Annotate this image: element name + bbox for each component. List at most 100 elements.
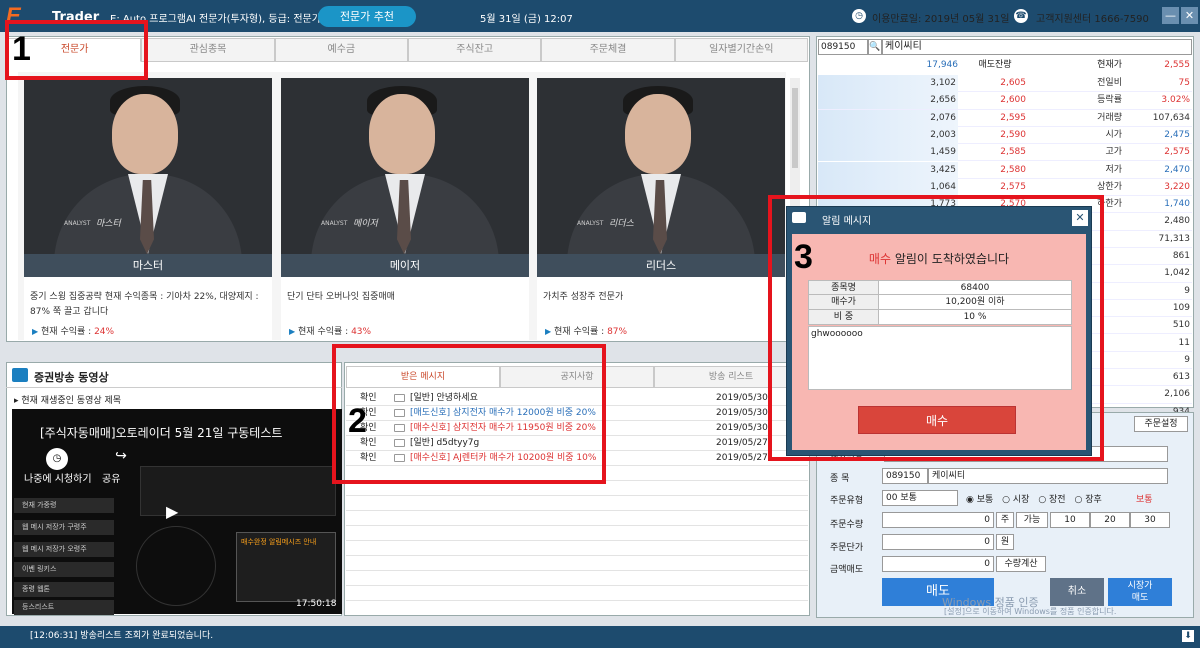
perf-value: 24% xyxy=(94,327,115,337)
expert-card-master[interactable]: ANALYST 마스터 마스터 중기 스윙 집중공략 현재 수익종목 : 기아차… xyxy=(24,78,272,340)
expert-description: 단기 단타 오버나잇 집중매매 xyxy=(287,292,395,302)
radio-normal[interactable]: ◉ 보통 xyxy=(966,495,993,505)
tab-balance[interactable]: 주식잔고 xyxy=(407,38,542,62)
now-playing-label: ▸ 현재 재생중인 동영상 제목 xyxy=(14,396,122,406)
qty-preset-30[interactable]: 30 xyxy=(1130,512,1170,528)
expert-description: 가치주 성장주 전문가 xyxy=(543,292,624,302)
order-type-select[interactable]: 00 보통 xyxy=(882,490,958,506)
quote-label: 등락률 xyxy=(1097,95,1122,106)
expert-name: 리더스 xyxy=(537,254,785,277)
qty-preset-10[interactable]: 10 xyxy=(1050,512,1090,528)
quote-value: 3,220 xyxy=(1164,181,1190,192)
price-label: 주문단가 xyxy=(830,543,864,553)
annotation-number-3: 3 xyxy=(794,238,813,276)
share-icon[interactable]: ↪ xyxy=(110,448,132,470)
quote-value: 2,106 xyxy=(1164,389,1190,400)
status-bar: [12:06:31] 방송리스트 조회가 완료되었습니다. xyxy=(0,626,1200,648)
message-date: 2019/05/30 xyxy=(716,408,768,418)
market-sell-button[interactable]: 시장가 매도 xyxy=(1108,578,1172,606)
radio-after-market[interactable]: ○ 장후 xyxy=(1074,495,1101,505)
minimize-button[interactable]: — xyxy=(1162,7,1179,24)
quote-value: 613 xyxy=(1172,372,1190,383)
price-input[interactable]: 0 xyxy=(882,534,994,550)
order-type-label: 주문유형 xyxy=(830,496,864,506)
table-row: 2,656 2,600 등락률 3.02% xyxy=(818,92,1192,110)
play-icon[interactable]: ▶ xyxy=(166,502,178,521)
table-row: 2,003 2,590 시가 2,475 xyxy=(818,126,1192,145)
expert-name: 마스터 xyxy=(24,254,272,277)
expert-performance: ▶ 현재 수익률 : 43% xyxy=(289,324,371,337)
order-settings-button[interactable]: 주문설정 xyxy=(1134,416,1188,432)
annotation-box-3 xyxy=(768,195,1104,461)
radio-pre-market[interactable]: ○ 장전 xyxy=(1038,495,1065,505)
ask-price: 2,575 xyxy=(1000,181,1026,192)
qty-available-button[interactable]: 가능 xyxy=(1016,512,1048,528)
tab-daily-pnl[interactable]: 일자별기간손익 xyxy=(674,38,808,62)
amount-input[interactable]: 0 xyxy=(882,556,994,572)
calc-qty-button[interactable]: 수량계산 xyxy=(996,556,1046,572)
quote-value: 75 xyxy=(1178,78,1190,88)
ask-price: 2,580 xyxy=(1000,164,1026,175)
order-type-note: 보통 xyxy=(1136,495,1153,505)
analyst-signature: 마스터 xyxy=(96,219,121,229)
now-playing-text: 현재 재생중인 동영상 제목 xyxy=(21,396,122,406)
tab-executions[interactable]: 주문체결 xyxy=(541,38,675,62)
ask-price: 2,600 xyxy=(1000,95,1026,106)
quote-value: 71,313 xyxy=(1158,233,1191,244)
table-row: 1,459 2,585 고가 2,575 xyxy=(818,144,1192,162)
table-row: 3,102 2,605 전일비 75 xyxy=(818,75,1192,93)
quote-value: 1,740 xyxy=(1164,199,1190,210)
sell-remain: 2,003 xyxy=(818,126,958,144)
quote-value: 1,042 xyxy=(1164,268,1190,279)
expert-recommend-button[interactable]: 전문가 추천 xyxy=(318,6,416,27)
list-item xyxy=(346,586,808,601)
quote-value: 3.02% xyxy=(1161,95,1190,106)
ask-price: 2,585 xyxy=(1000,147,1026,158)
perf-label: 현재 수익률 : xyxy=(41,327,92,337)
tv-icon xyxy=(12,368,28,382)
order-stock-code[interactable]: 089150 xyxy=(882,468,928,484)
stock-code-input[interactable]: 089150 xyxy=(818,39,868,55)
sell-remain: 2,656 xyxy=(818,92,958,110)
radio-market[interactable]: ○ 시장 xyxy=(1002,495,1029,505)
message-date: 2019/05/30 xyxy=(716,393,768,403)
sell-remain: 3,102 xyxy=(818,75,958,92)
total-sell-qty: 17,946 xyxy=(926,60,959,70)
quote-value: 2,480 xyxy=(1164,216,1190,227)
sell-remain: 1,064 xyxy=(818,178,958,196)
cancel-button[interactable]: 취소 xyxy=(1050,578,1104,606)
qty-input[interactable]: 0 xyxy=(882,512,994,528)
analyst-label: ANALYST xyxy=(321,220,348,227)
current-price-label: 현재가 xyxy=(1097,60,1122,70)
list-item xyxy=(346,556,808,571)
radio-label: 장전 xyxy=(1049,495,1066,505)
video-notice-box: 매수완정 알림메시즈 안내 xyxy=(236,532,336,602)
expert-card-major[interactable]: ANALYST 메이저 메이저 단기 단타 오버나잇 집중매매 ▶ 현재 수익률… xyxy=(281,78,529,340)
expert-photo: ANALYST 메이저 xyxy=(281,78,529,254)
tab-watchlist[interactable]: 관심종목 xyxy=(141,38,275,62)
quote-value: 9 xyxy=(1184,285,1190,296)
tab-deposit[interactable]: 예수금 xyxy=(274,38,408,62)
video-menu-item: 이벤 링키스 xyxy=(14,562,114,577)
perf-value: 87% xyxy=(607,327,628,337)
ask-price: 2,590 xyxy=(1000,129,1026,140)
expert-card-leaders[interactable]: ANALYST 리더스 리더스 가치주 성장주 전문가 ▶ 현재 수익률 : 8… xyxy=(537,78,785,340)
arrow-down-icon[interactable]: ⬇ xyxy=(1182,630,1194,642)
qty-label: 주문수량 xyxy=(830,520,864,530)
qty-preset-20[interactable]: 20 xyxy=(1090,512,1130,528)
watch-later-label[interactable]: 나중에 시청하기 xyxy=(24,470,92,485)
watch-later-icon[interactable]: ◷ xyxy=(46,448,68,470)
table-row: 2,076 2,595 거래량 107,634 xyxy=(818,109,1192,127)
analyst-signature: 리더스 xyxy=(609,219,634,229)
support-center: 고객지원센터 1666-7590 xyxy=(1036,14,1149,25)
annotation-number-2: 2 xyxy=(348,402,367,440)
video-menu-item: 웹 메시 저장가 구령주 xyxy=(14,520,114,535)
analyst-signature: 메이저 xyxy=(353,219,378,229)
share-label[interactable]: 공유 xyxy=(102,470,120,485)
triangle-icon: ▶ xyxy=(289,327,296,336)
search-icon[interactable]: 🔍 xyxy=(868,39,882,55)
message-date: 2019/05/27 xyxy=(716,438,768,448)
close-button[interactable]: ✕ xyxy=(1181,7,1198,24)
triangle-icon: ▶ xyxy=(32,327,39,336)
annotation-number-1: 1 xyxy=(12,30,31,68)
